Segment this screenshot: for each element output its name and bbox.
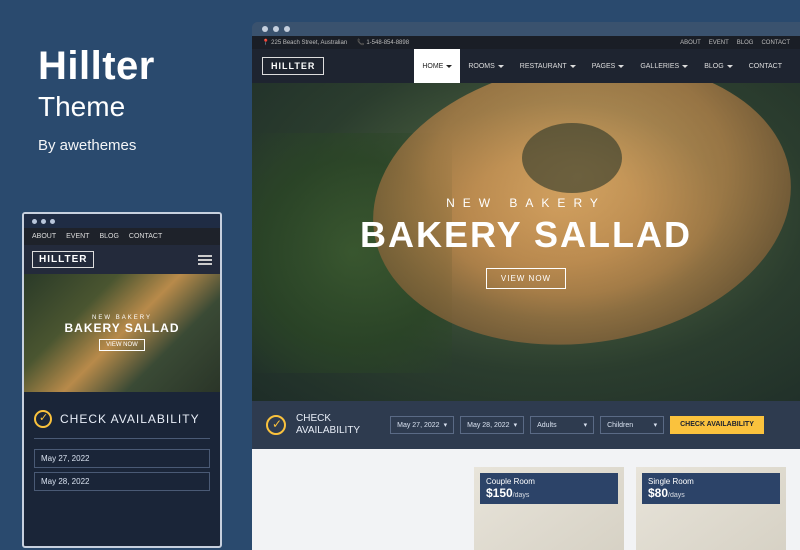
phone-text: 📞 1-548-854-8898: [357, 39, 409, 46]
room-price: $150: [486, 486, 513, 500]
topnav-about[interactable]: ABOUT: [680, 40, 701, 46]
date-in-field[interactable]: May 27, 2022▾: [390, 416, 454, 434]
hero-headline: BAKERY SALLAD: [360, 214, 692, 256]
check-icon: [34, 410, 52, 428]
mobile-date-fields: May 27, 2022 May 28, 2022: [24, 449, 220, 491]
hamburger-icon[interactable]: [198, 255, 212, 265]
rooms-section: Couple Room $150/days Single Room $80/da…: [252, 449, 800, 550]
room-name: Single Room: [648, 477, 774, 486]
calendar-icon: ▾: [444, 421, 448, 429]
mobile-preview: ABOUT EVENT BLOG CONTACT HILLTER NEW BAK…: [22, 212, 222, 548]
desktop-topbar: 📍 225 Beach Street, Australian 📞 1-548-8…: [252, 36, 800, 49]
room-price: $80: [648, 486, 668, 500]
nav-contact[interactable]: CONTACT: [129, 233, 162, 240]
menu-contact[interactable]: CONTACT: [741, 49, 790, 83]
menu-restaurant[interactable]: RESTAURANT: [512, 49, 584, 83]
logo[interactable]: HILLTER: [262, 57, 324, 75]
room-tag: Couple Room $150/days: [480, 473, 618, 504]
desktop-nav: HILLTER HOME ROOMS RESTAURANT PAGES GALL…: [252, 49, 800, 83]
chevron-down-icon: ▾: [654, 421, 658, 429]
hero-headline: BAKERY SALLAD: [64, 321, 179, 335]
chevron-down-icon: [446, 65, 452, 68]
desktop-preview: 📍 225 Beach Street, Australian 📞 1-548-8…: [252, 22, 800, 550]
mobile-hero: NEW BAKERY BAKERY SALLAD VIEW NOW: [24, 274, 220, 392]
theme-name: Hillter: [38, 44, 155, 89]
adults-select[interactable]: Adults▾: [530, 416, 594, 434]
check-label: CHECK AVAILABILITY: [296, 413, 360, 437]
desktop-hero: NEW BAKERY BAKERY SALLAD VIEW NOW: [252, 83, 800, 401]
menu-blog[interactable]: BLOG: [696, 49, 740, 83]
check-label: CHECK AVAILABILITY: [60, 412, 200, 426]
main-menu: HOME ROOMS RESTAURANT PAGES GALLERIES BL…: [414, 49, 790, 83]
logo[interactable]: HILLTER: [32, 251, 94, 268]
mobile-topnav: ABOUT EVENT BLOG CONTACT: [24, 228, 220, 245]
topnav-contact[interactable]: CONTACT: [761, 40, 790, 46]
theme-title-block: Hillter Theme By awethemes: [38, 44, 155, 154]
chevron-down-icon: [727, 65, 733, 68]
check-availability-bar: CHECK AVAILABILITY May 27, 2022▾ May 28,…: [252, 401, 800, 449]
address-text: 📍 225 Beach Street, Australian: [262, 39, 347, 46]
date-in-field[interactable]: May 27, 2022: [34, 449, 210, 468]
view-now-button[interactable]: VIEW NOW: [99, 339, 145, 351]
chevron-down-icon: [498, 65, 504, 68]
window-dots: [252, 22, 800, 36]
chevron-down-icon: [570, 65, 576, 68]
nav-event[interactable]: EVENT: [66, 233, 89, 240]
chevron-down-icon: [618, 65, 624, 68]
children-select[interactable]: Children▾: [600, 416, 664, 434]
window-dots: [24, 214, 220, 228]
menu-galleries[interactable]: GALLERIES: [632, 49, 696, 83]
mobile-logobar: HILLTER: [24, 245, 220, 274]
menu-pages[interactable]: PAGES: [584, 49, 633, 83]
theme-author: By awethemes: [38, 137, 155, 154]
mobile-check-availability: CHECK AVAILABILITY: [24, 392, 220, 438]
menu-rooms[interactable]: ROOMS: [460, 49, 511, 83]
chevron-down-icon: [682, 65, 688, 68]
room-name: Couple Room: [486, 477, 612, 486]
date-out-field[interactable]: May 28, 2022: [34, 472, 210, 491]
topnav-blog[interactable]: BLOG: [737, 40, 754, 46]
date-out-field[interactable]: May 28, 2022▾: [460, 416, 524, 434]
chevron-down-icon: ▾: [584, 421, 588, 429]
menu-home[interactable]: HOME: [414, 49, 460, 83]
theme-sub: Theme: [38, 91, 155, 123]
hero-bg-hole: [522, 123, 622, 193]
divider: [34, 438, 210, 439]
room-card[interactable]: Single Room $80/days: [636, 467, 786, 550]
nav-about[interactable]: ABOUT: [32, 233, 56, 240]
calendar-icon: ▾: [514, 421, 518, 429]
room-card[interactable]: Couple Room $150/days: [474, 467, 624, 550]
check-icon: [266, 415, 286, 435]
hero-kicker: NEW BAKERY: [446, 196, 606, 210]
topnav-event[interactable]: EVENT: [709, 40, 729, 46]
nav-blog[interactable]: BLOG: [99, 233, 118, 240]
room-tag: Single Room $80/days: [642, 473, 780, 504]
view-now-button[interactable]: VIEW NOW: [486, 268, 566, 289]
check-availability-button[interactable]: CHECK AVAILABILITY: [670, 416, 764, 434]
